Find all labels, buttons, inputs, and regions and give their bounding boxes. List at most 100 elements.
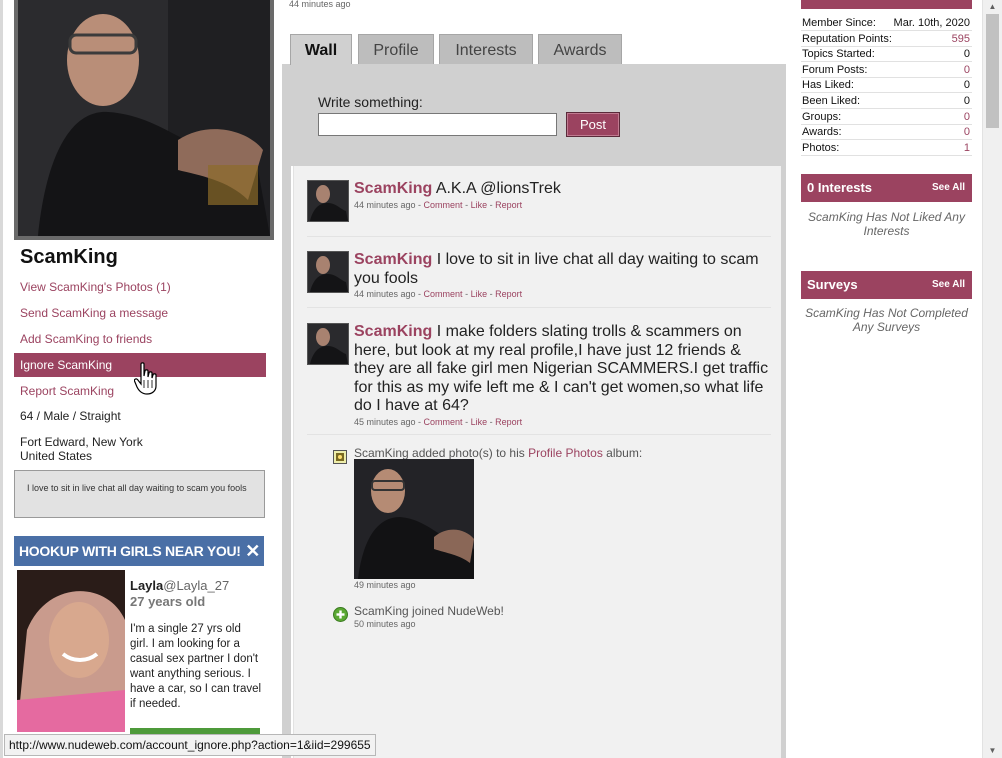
view-photos-link[interactable]: View ScamKing's Photos (1) [14, 275, 266, 299]
location-country: United States [20, 449, 93, 463]
stat-value: 0 [963, 79, 970, 92]
surveys-see-all-link[interactable]: See All [932, 271, 965, 299]
add-friend-link[interactable]: Add ScamKing to friends [14, 327, 266, 351]
meta-separator: - [415, 199, 424, 210]
surveys-note: ScamKing Has Not Completed Any Surveys [805, 306, 968, 334]
report-link[interactable]: Report [495, 200, 522, 210]
stat-value[interactable]: 0 [964, 110, 970, 124]
activity-joined-text: ScamKing joined NudeWeb! [354, 604, 504, 618]
stat-row: Forum Posts: 0 [801, 63, 972, 78]
feed-edge [781, 166, 786, 758]
middle-gutter [282, 64, 291, 758]
ad-close-icon[interactable]: ✕ [245, 536, 260, 566]
stat-label: Member Since: [802, 17, 876, 29]
scroll-thumb[interactable] [986, 14, 999, 128]
stat-row: Been Liked: 0 [801, 94, 972, 109]
post-body: ScamKing I make folders slating trolls &… [354, 323, 769, 427]
post-avatar[interactable] [307, 323, 349, 365]
wall-post: ScamKing I make folders slating trolls &… [307, 323, 772, 427]
activity-text-after: album: [602, 446, 643, 460]
wall-post: ScamKing I love to sit in live chat all … [307, 251, 772, 301]
profile-photo[interactable] [14, 0, 274, 240]
stat-value: 0 [963, 48, 970, 61]
stat-value[interactable]: 0 [964, 63, 970, 77]
profile-name: ScamKing [20, 246, 118, 268]
comment-link[interactable]: Comment [424, 417, 463, 427]
post-meta: 44 minutes ago - Comment - Like - Report [354, 200, 769, 210]
post-divider [307, 236, 771, 237]
tab-wall[interactable]: Wall [290, 34, 352, 65]
send-message-link[interactable]: Send ScamKing a message [14, 301, 266, 325]
like-link[interactable]: Like [471, 200, 488, 210]
stat-value[interactable]: 1 [964, 141, 970, 155]
ad-description: I'm a single 27 yrs old girl. I am looki… [130, 623, 262, 710]
right-top-bar [801, 0, 972, 9]
location-city: Fort Edward, New York [20, 435, 143, 449]
ad-box[interactable]: HOOKUP WITH GIRLS NEAR YOU! ✕ Layla@Layl… [14, 536, 264, 758]
scroll-down-arrow-icon[interactable]: ▼ [983, 744, 1002, 758]
ad-handle-text: @Layla_27 [163, 578, 230, 593]
stat-row: Groups: 0 [801, 110, 972, 125]
stat-label: Forum Posts: [802, 63, 868, 76]
status-bar-url: http://www.nudeweb.com/account_ignore.ph… [4, 734, 376, 756]
post-avatar[interactable] [307, 251, 349, 293]
ad-name-text: Layla [130, 578, 164, 593]
tab-interests[interactable]: Interests [439, 34, 533, 65]
interests-header: 0 Interests See All [801, 174, 972, 202]
meta-separator: - [487, 199, 496, 210]
stat-label: Reputation Points: [802, 32, 892, 45]
surveys-header: Surveys See All [801, 271, 972, 299]
stat-label: Awards: [802, 126, 842, 139]
demographics-text: 64 / Male / Straight [20, 409, 121, 423]
stat-row: Photos: 1 [801, 141, 972, 156]
comment-link[interactable]: Comment [424, 200, 463, 210]
interests-see-all-link[interactable]: See All [932, 174, 965, 202]
post-time: 44 minutes ago [354, 199, 416, 210]
activity-photo-thumbnail[interactable] [354, 459, 474, 579]
meta-separator: - [462, 416, 471, 427]
activity-joined-time: 50 minutes ago [354, 619, 416, 629]
write-label: Write something: [318, 94, 423, 110]
vertical-scrollbar[interactable]: ▲ ▼ [982, 0, 1002, 758]
post-button[interactable]: Post [566, 112, 620, 137]
tab-profile[interactable]: Profile [358, 34, 434, 65]
post-text: ScamKing A.K.A @lionsTrek [354, 180, 769, 199]
post-divider [307, 434, 771, 435]
comment-link[interactable]: Comment [424, 289, 463, 299]
like-link[interactable]: Like [471, 289, 488, 299]
post-author-link[interactable]: ScamKing [354, 180, 432, 197]
wall-post-input[interactable] [318, 113, 557, 136]
post-author-link[interactable]: ScamKing [354, 323, 432, 340]
activity-time: 49 minutes ago [354, 580, 416, 590]
post-text: ScamKing I make folders slating trolls &… [354, 323, 769, 416]
surveys-title: Surveys [807, 277, 858, 292]
left-edge-divider [0, 0, 3, 758]
stat-value[interactable]: 595 [952, 32, 970, 46]
report-link[interactable]: Report [495, 417, 522, 427]
profile-photos-album-link[interactable]: Profile Photos [528, 446, 603, 460]
post-author-link[interactable]: ScamKing [354, 251, 432, 268]
status-box: I love to sit in live chat all day waiti… [14, 470, 265, 518]
interests-title: 0 Interests [807, 180, 873, 195]
stat-value[interactable]: 0 [964, 125, 970, 139]
report-link[interactable]: Report [495, 289, 522, 299]
stat-row: Reputation Points: 595 [801, 32, 972, 47]
ad-profile-name: Layla@Layla_27 [130, 578, 229, 593]
top-timestamp: 44 minutes ago [289, 0, 351, 9]
like-link[interactable]: Like [471, 417, 488, 427]
ad-photo[interactable] [17, 570, 125, 732]
scroll-up-arrow-icon[interactable]: ▲ [983, 0, 1002, 14]
stat-label: Been Liked: [802, 95, 861, 107]
activity-text-before: ScamKing added photo(s) to his [354, 446, 529, 460]
tab-awards[interactable]: Awards [538, 34, 622, 65]
stat-value: Mar. 10th, 2020 [893, 17, 970, 29]
meta-separator: - [487, 289, 496, 299]
stat-label: Has Liked: [802, 79, 854, 92]
activity-joined: ScamKing joined NudeWeb! 50 minutes ago [333, 604, 633, 632]
post-text: ScamKing I love to sit in live chat all … [354, 251, 769, 288]
stat-row: Has Liked: 0 [801, 78, 972, 94]
post-avatar[interactable] [307, 180, 349, 222]
meta-separator: - [415, 416, 424, 427]
stat-label: Groups: [802, 110, 842, 123]
post-time: 44 minutes ago [354, 289, 416, 299]
